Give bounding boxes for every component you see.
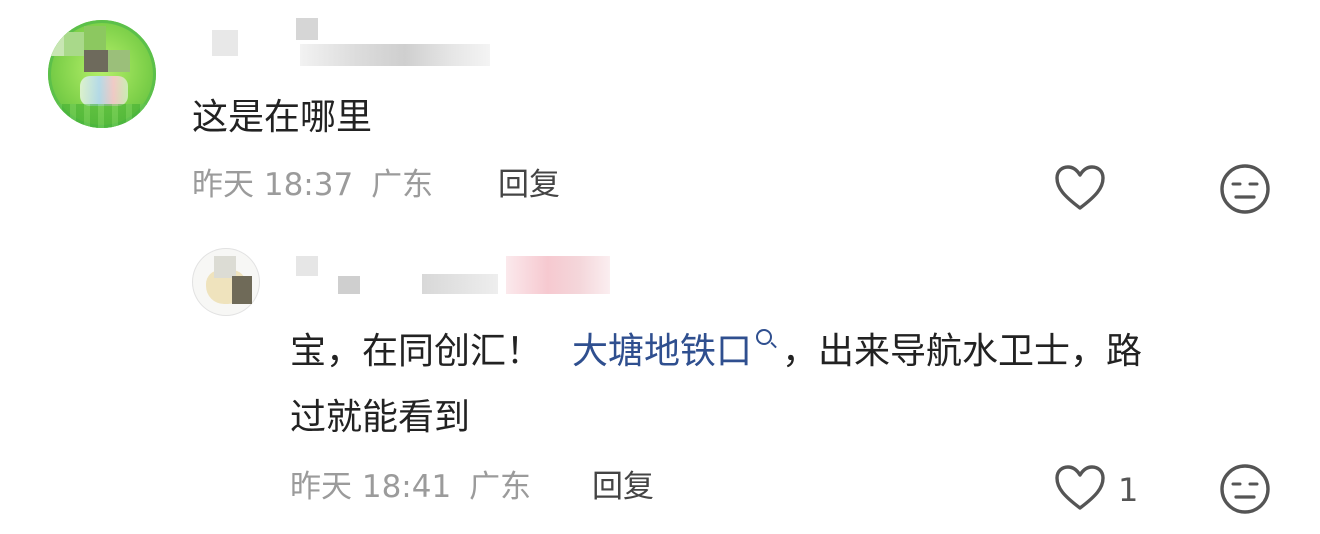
neutral-face-icon[interactable] [1218, 462, 1272, 516]
avatar-image [80, 76, 128, 106]
comment-time: 昨天 18:37 [192, 167, 354, 203]
blur-block [214, 256, 236, 278]
comment-text: 这是在哪里 [192, 97, 373, 138]
reply-location: 广东 [469, 469, 532, 505]
comment-location: 广东 [371, 167, 434, 203]
reply-avatar[interactable] [192, 248, 260, 316]
avatar-pattern [48, 104, 156, 128]
heart-outline-icon[interactable] [1054, 464, 1106, 512]
reply-meta: 昨天 18:41 广东 [290, 467, 531, 507]
search-icon [756, 329, 773, 345]
reply-text-part: 过就能看到 [290, 397, 471, 438]
blur-block [84, 26, 106, 52]
reply-text: 宝，在同创汇！ 大塘地铁口 ，出来导航水卫士，路 过就能看到 [290, 328, 1280, 442]
blur-block [108, 50, 130, 72]
comment-meta: 昨天 18:37 广东 [192, 165, 433, 205]
username-blur [212, 30, 238, 56]
blur-block [48, 34, 64, 56]
username-blur [296, 18, 318, 40]
reply-text-part: ，出来导航水卫士，路 [782, 331, 1143, 372]
username-blur [422, 274, 498, 294]
reply-button[interactable]: 回复 [592, 467, 654, 507]
username-blur [300, 44, 490, 66]
username-blur [338, 276, 360, 294]
blur-block [84, 50, 108, 72]
username-blur [296, 256, 318, 276]
reply-text-part: 宝，在同创汇！ [290, 331, 543, 372]
reply-button[interactable]: 回复 [498, 165, 560, 205]
author-badge-blur [506, 256, 610, 294]
location-link-label[interactable]: 大塘地铁口 [572, 331, 752, 372]
reply-time: 昨天 18:41 [290, 469, 452, 505]
like-count: 1 [1118, 471, 1139, 509]
location-link[interactable]: 大塘地铁口 [572, 329, 773, 372]
blur-block [232, 276, 252, 304]
heart-outline-icon[interactable] [1054, 164, 1106, 212]
avatar[interactable] [48, 20, 156, 128]
neutral-face-icon[interactable] [1218, 162, 1272, 216]
